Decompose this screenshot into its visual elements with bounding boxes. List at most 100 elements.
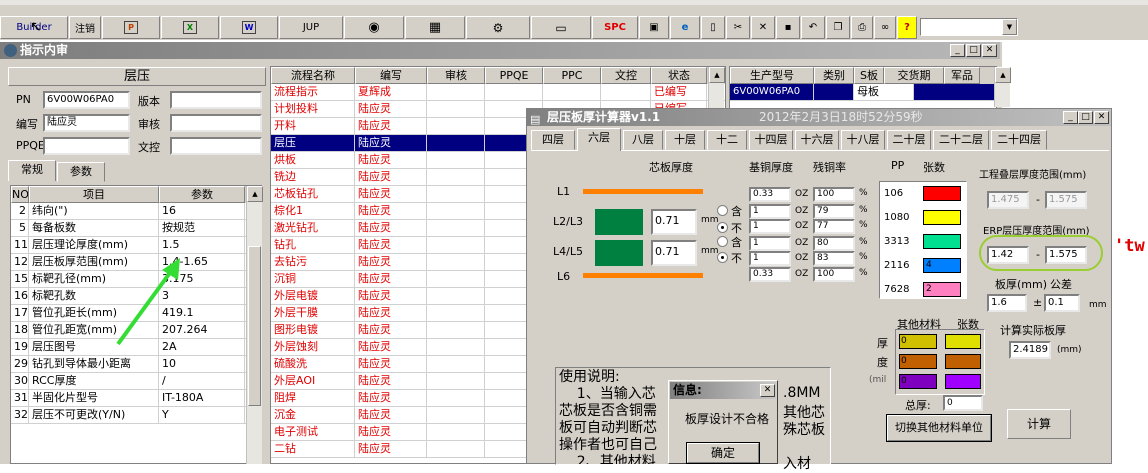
calc-close-button[interactable]: ✕	[1094, 111, 1109, 124]
col-model[interactable]: 生产型号	[730, 67, 814, 84]
pp-count-input[interactable]	[923, 234, 961, 249]
maximize-button[interactable]: □	[966, 44, 981, 57]
logout-button[interactable]: 注销	[69, 16, 101, 39]
minimize-button[interactable]: _	[950, 44, 965, 57]
residual-copper-input[interactable]: 79	[813, 204, 855, 219]
tab-layer[interactable]: 八层	[623, 130, 663, 150]
help-button[interactable]: ?	[897, 16, 917, 39]
wenkong-field[interactable]	[170, 137, 262, 155]
residual-copper-input[interactable]: 77	[813, 219, 855, 234]
tab-layer[interactable]: 十二	[707, 130, 747, 150]
production-scrollbar[interactable]: ▲	[994, 67, 1011, 107]
dialog-close-button[interactable]: ✕	[760, 384, 775, 397]
tab-general[interactable]: 常规	[8, 160, 56, 181]
close-button[interactable]: ✕	[982, 44, 997, 57]
writer-field[interactable]: 陆应灵	[43, 114, 130, 132]
tab-layer[interactable]: 十八层	[841, 130, 885, 150]
computer-button[interactable]: ▭	[531, 16, 591, 39]
save-button[interactable]: ▪	[776, 16, 800, 39]
col-param[interactable]: 参数	[159, 186, 245, 203]
other-thickness-input[interactable]: 0	[899, 354, 937, 369]
residual-copper-input[interactable]: 100	[813, 187, 855, 202]
version-field[interactable]	[170, 91, 262, 109]
cut-button[interactable]: ✂	[726, 16, 750, 39]
tab-layer[interactable]: 十六层	[795, 130, 839, 150]
eng-max-field[interactable]: 1.575	[1045, 191, 1087, 209]
calc-minimize-button[interactable]: _	[1063, 111, 1078, 124]
radio-button[interactable]	[717, 205, 728, 216]
table-row[interactable]: 流程指示 夏辉成 已编写	[271, 84, 725, 101]
base-copper-input[interactable]: 0.33	[749, 187, 791, 202]
col-ppqe[interactable]: PPQE	[485, 67, 543, 84]
other-count-input[interactable]	[945, 374, 981, 389]
switch-unit-button[interactable]: 切换其他材料单位	[886, 414, 992, 442]
residual-copper-input[interactable]: 83	[813, 251, 855, 266]
scroll-up-icon[interactable]: ▲	[995, 67, 1011, 83]
scroll-up-icon[interactable]: ▲	[247, 186, 263, 202]
powerpoint-button[interactable]: P	[102, 16, 160, 39]
other-thickness-input[interactable]: 0	[899, 334, 937, 349]
base-copper-input[interactable]: 1	[749, 219, 791, 234]
col-flow-name[interactable]: 流程名称	[271, 67, 355, 84]
table-row[interactable]: 6V00W06PA0 母板	[730, 84, 996, 101]
residual-copper-input[interactable]: 80	[813, 236, 855, 251]
table-row[interactable]: 32 层压不可更改(Y/N) Y	[11, 407, 261, 424]
scroll-up-icon[interactable]: ▲	[709, 67, 725, 83]
col-review[interactable]: 审核	[427, 67, 485, 84]
table-row[interactable]: 30 RCC厚度 /	[11, 373, 261, 390]
col-wenkong[interactable]: 文控	[601, 67, 651, 84]
table-row[interactable]: 5 每备板数 按规范	[11, 220, 261, 237]
table-row[interactable]: 31 半固化片型号 IT-180A	[11, 390, 261, 407]
base-copper-input[interactable]: 1	[749, 251, 791, 266]
col-no[interactable]: NO	[11, 186, 29, 203]
ok-button[interactable]: 确定	[686, 442, 760, 464]
col-status[interactable]: 状态	[651, 67, 707, 84]
tab-layer[interactable]: 二十层	[887, 130, 931, 150]
tab-layer[interactable]: 六层	[577, 128, 621, 151]
other-thickness-input[interactable]: 0	[899, 374, 937, 389]
other-count-input[interactable]	[945, 334, 981, 349]
col-date[interactable]: 交货期	[884, 67, 944, 84]
eye-button[interactable]: ◉	[344, 16, 404, 39]
base-copper-input[interactable]: 1	[749, 204, 791, 219]
tolerance-input[interactable]: 0.1	[1044, 294, 1080, 312]
new-button[interactable]: ▯	[701, 16, 725, 39]
excel-button[interactable]: X	[161, 16, 219, 39]
col-ppc[interactable]: PPC	[543, 67, 601, 84]
tab-layer[interactable]: 十四层	[749, 130, 793, 150]
tab-layer[interactable]: 二十四层	[991, 130, 1047, 150]
col-item[interactable]: 项目	[29, 186, 159, 203]
col-writer[interactable]: 编写	[355, 67, 427, 84]
ppqe-field[interactable]	[43, 137, 130, 155]
tab-params[interactable]: 参数	[57, 162, 105, 182]
calculator-button[interactable]: ▣	[639, 16, 669, 39]
database-button[interactable]: ▦	[405, 16, 465, 39]
delete-button[interactable]: ✕	[751, 16, 775, 39]
pp-count-input[interactable]: 2	[923, 282, 961, 297]
pn-field[interactable]: 6V00W06PA0	[43, 91, 130, 109]
radio-button[interactable]	[717, 236, 728, 247]
copy-button[interactable]: ❐	[826, 16, 850, 39]
spc-button[interactable]: SPC	[592, 16, 638, 39]
other-count-input[interactable]	[945, 354, 981, 369]
actual-thickness-field[interactable]: 2.4189	[1009, 341, 1051, 359]
calculate-button[interactable]: 计算	[1007, 409, 1071, 439]
review-field[interactable]	[170, 114, 262, 132]
base-copper-input[interactable]: 1	[749, 236, 791, 251]
base-copper-input[interactable]: 0.33	[749, 267, 791, 282]
core-thickness-input-2[interactable]: 0.71	[651, 240, 697, 266]
eng-min-field[interactable]: 1.475	[987, 191, 1029, 209]
thickness-input[interactable]: 1.6	[987, 294, 1027, 312]
network-button[interactable]: ⚙	[466, 16, 530, 39]
ie-button[interactable]: e	[670, 16, 700, 39]
tab-layer[interactable]: 二十二层	[933, 130, 989, 150]
residual-copper-input[interactable]: 100	[813, 267, 855, 282]
radio-button[interactable]	[717, 252, 728, 263]
radio-button[interactable]	[717, 222, 728, 233]
pp-count-input[interactable]: 4	[923, 258, 961, 273]
col-type[interactable]: 类别	[814, 67, 854, 84]
total-field[interactable]: 0	[943, 395, 983, 411]
print-button[interactable]: ⎙	[851, 16, 873, 39]
core-thickness-input-1[interactable]: 0.71	[651, 209, 697, 235]
tab-layer[interactable]: 四层	[531, 130, 575, 150]
